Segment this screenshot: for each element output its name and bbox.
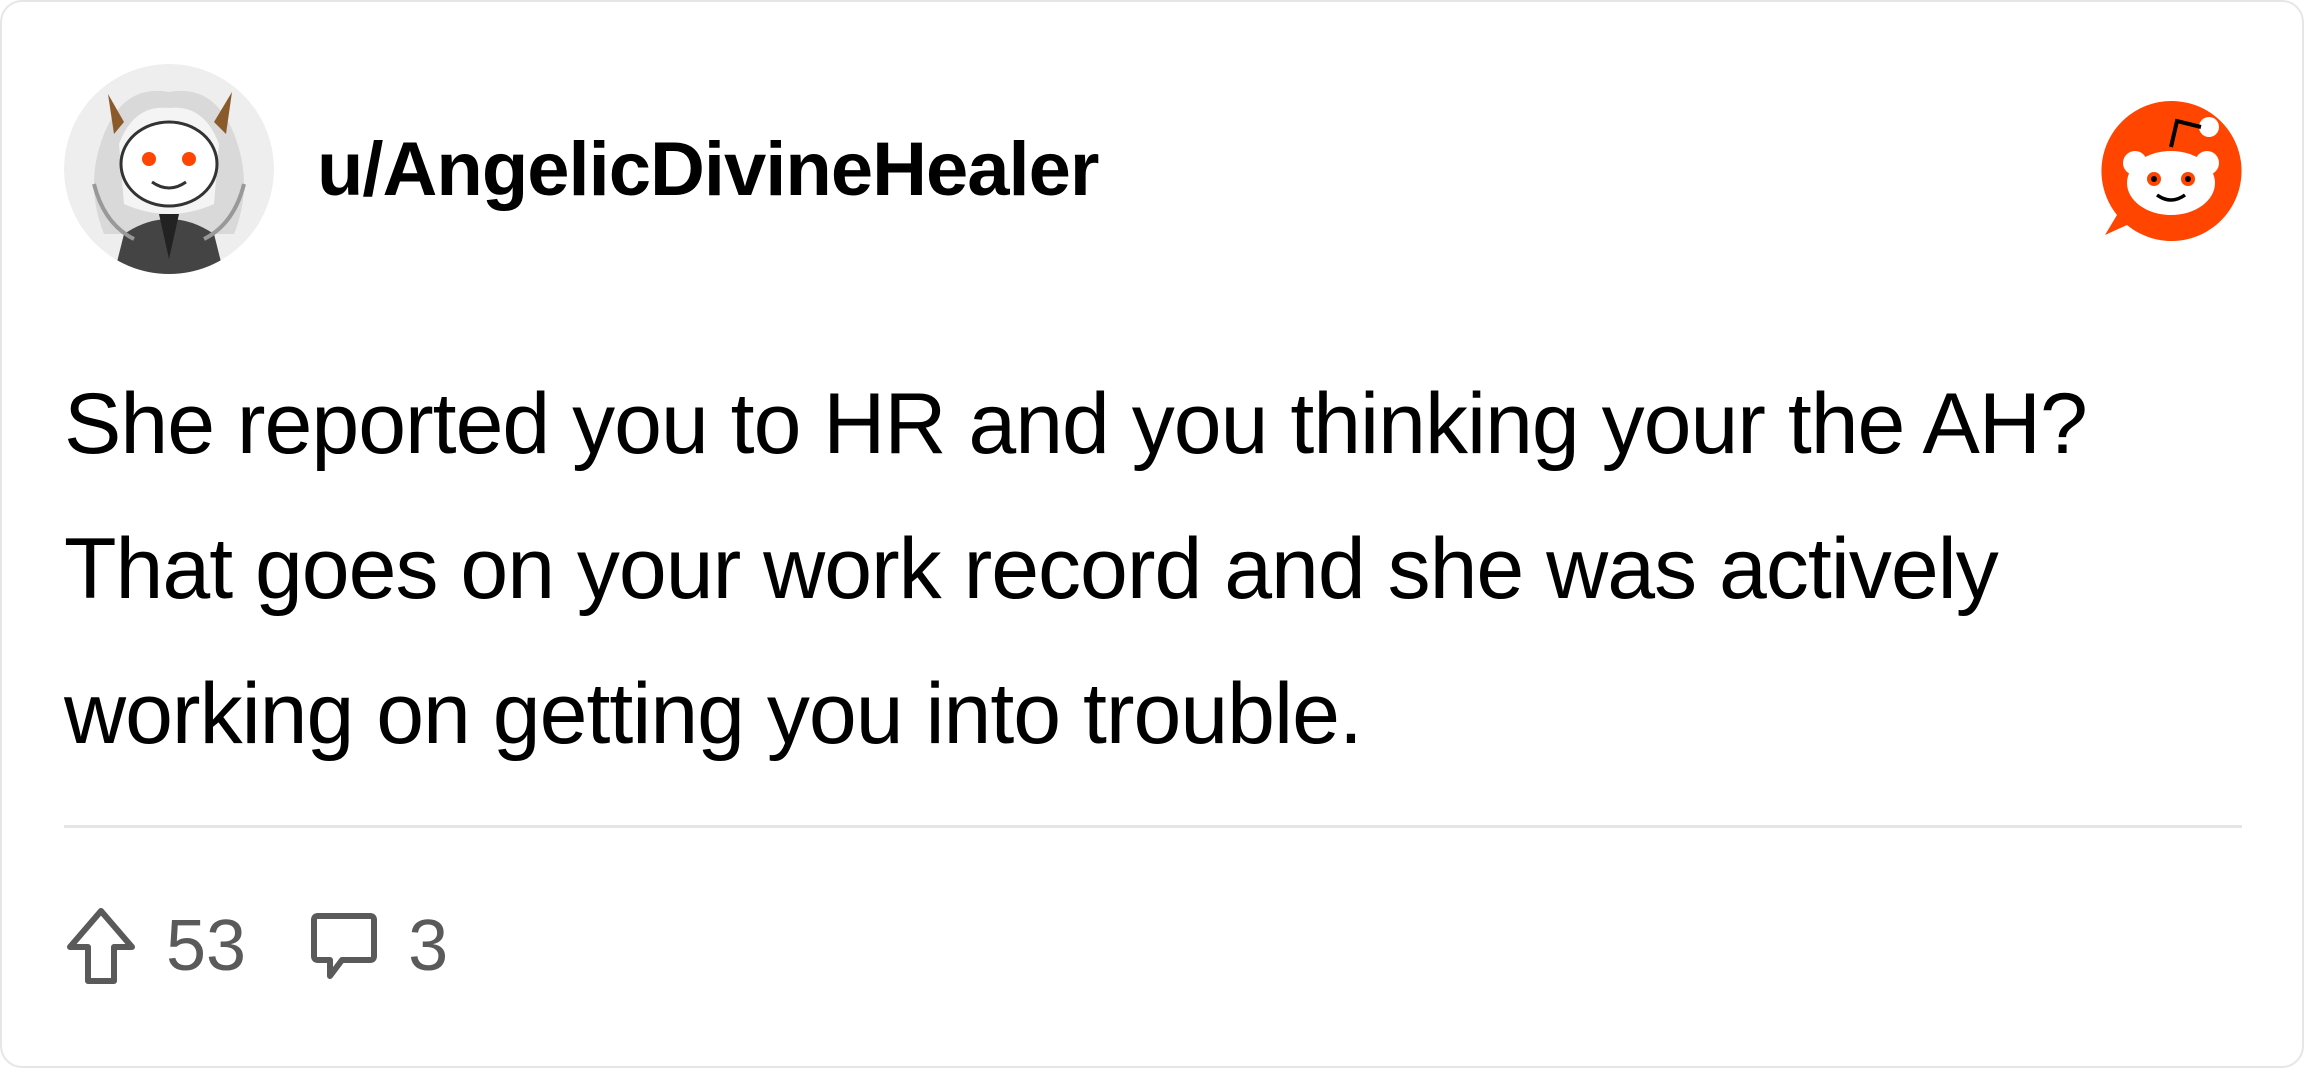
avatar-illustration <box>64 64 274 274</box>
comment-body: She reported you to HR and you thinking … <box>64 376 2088 762</box>
comment-count: 3 <box>408 906 449 986</box>
comment-card: u/AngelicDivineHealer She reported you t… <box>0 0 2304 1068</box>
username[interactable]: u/AngelicDivineHealer <box>317 122 1099 218</box>
reddit-logo-icon <box>2097 97 2245 245</box>
user-avatar[interactable] <box>64 64 274 274</box>
comment-bubble-icon[interactable] <box>308 908 380 984</box>
upvote-arrow-icon[interactable] <box>64 905 138 987</box>
upvote-count: 53 <box>166 906 247 986</box>
divider <box>64 825 2242 828</box>
comment-actions: 53 3 <box>64 898 448 994</box>
